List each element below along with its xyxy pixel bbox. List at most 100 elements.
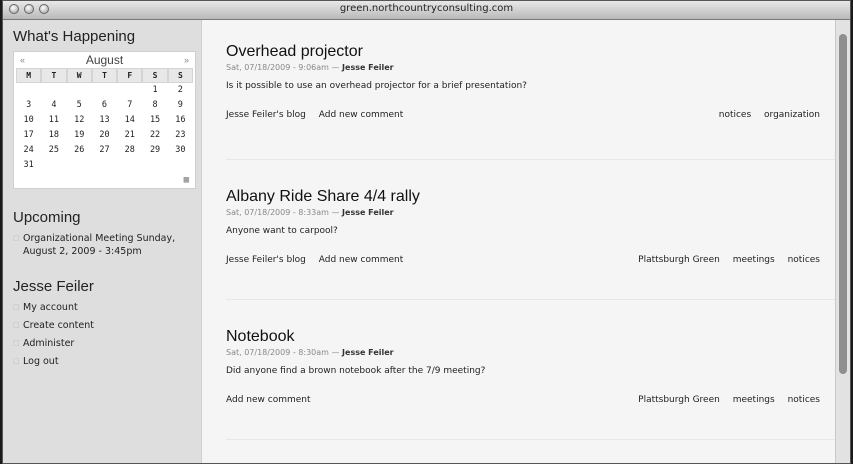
tag-link[interactable]: organization [764,110,820,120]
calendar-weekday: T [41,68,67,83]
add-comment-link[interactable]: Add new comment [319,255,404,265]
calendar-empty-cell [117,158,142,173]
calendar-day[interactable]: 5 [67,98,92,113]
calendar-empty-cell [168,158,193,173]
prev-month-link[interactable]: « [20,55,25,65]
node-author-link[interactable]: Jesse Feiler [342,348,394,357]
node-teaser: Overhead projector Sat, 07/18/2009 - 9:0… [226,20,850,160]
tag-link[interactable]: notices [788,255,820,265]
node-body: Did anyone find a brown notebook after t… [226,366,486,376]
calendar-day[interactable]: 18 [41,128,66,143]
sidebar: What's Happening « August » MTWTFSS12345… [3,20,202,463]
my-account-link[interactable]: My account [13,301,201,314]
blog-link[interactable]: Jesse Feiler's blog [226,110,306,120]
calendar-footer: ▦ [14,175,195,188]
calendar-empty-cell [67,83,92,98]
calendar-day[interactable]: 2 [168,83,193,98]
administer-link[interactable]: Administer [13,337,201,350]
calendar-day[interactable]: 6 [92,98,117,113]
upcoming-event-link[interactable]: Organizational Meeting Sunday, August 2,… [13,232,201,258]
calendar-day[interactable]: 10 [16,113,41,128]
calendar-day[interactable]: 24 [16,143,41,158]
node-date: Sat, 07/18/2009 - 8:30am [226,348,329,357]
calendar-day[interactable]: 28 [117,143,142,158]
calendar-day[interactable]: 16 [168,113,193,128]
calendar-day[interactable]: 31 [16,158,41,173]
calendar-weekday: S [142,68,168,83]
calendar-day[interactable]: 21 [117,128,142,143]
main-content: Overhead projector Sat, 07/18/2009 - 9:0… [202,20,850,463]
calendar-empty-cell [92,158,117,173]
calendar-empty-cell [41,83,66,98]
add-comment-link[interactable]: Add new comment [319,110,404,120]
calendar-day[interactable]: 11 [41,113,66,128]
calendar-day[interactable]: 4 [41,98,66,113]
calendar-day[interactable]: 14 [117,113,142,128]
calendar-day[interactable]: 27 [92,143,117,158]
create-content-link[interactable]: Create content [13,319,201,332]
calendar-weekday: M [16,68,42,83]
title-bar: green.northcountryconsulting.com [3,1,850,20]
calendar-empty-cell [16,83,41,98]
calendar-day[interactable]: 30 [168,143,193,158]
window-title: green.northcountryconsulting.com [339,3,514,14]
calendar-header: « August » [14,52,195,68]
calendar-empty-cell [67,158,92,173]
calendar-day[interactable]: 12 [67,113,92,128]
calendar-day[interactable]: 25 [41,143,66,158]
upcoming-block: Upcoming Organizational Meeting Sunday, … [13,209,201,258]
calendar-day[interactable]: 23 [168,128,193,143]
calendar: « August » M T W T F S S 1 2 3 4 5 6 7 8 9 10 11 12 13 14 15 1… [13,51,196,189]
node-links: Jesse Feiler's blog Add new comment noti… [226,110,820,120]
scrollbar-thumb[interactable] [839,34,847,374]
node-body: Is it possible to use an overhead projec… [226,81,527,91]
whats-happening-heading: What's Happening [13,28,136,45]
node-title-link[interactable]: Albany Ride Share 4/4 rally [226,188,820,206]
node-author-link[interactable]: Jesse Feiler [342,63,394,72]
blog-link[interactable]: Jesse Feiler's blog [226,255,306,265]
calendar-day[interactable]: 9 [168,98,193,113]
log-out-link[interactable]: Log out [13,355,201,368]
vertical-scrollbar[interactable] [835,20,850,463]
calendar-weekday: T [91,68,118,83]
tag-link[interactable]: meetings [733,255,775,265]
calendar-day[interactable]: 7 [117,98,142,113]
user-menu-heading: Jesse Feiler [13,278,94,295]
node-author-link[interactable]: Jesse Feiler [342,208,394,217]
calendar-month: August [85,53,124,67]
browser-window: green.northcountryconsulting.com What's … [2,0,851,464]
node-date: Sat, 07/18/2009 - 8:33am [226,208,329,217]
node-title-link[interactable]: Notebook [226,328,820,346]
add-comment-link[interactable]: Add new comment [226,395,311,405]
tag-link[interactable]: Plattsburgh Green [638,255,720,265]
tag-link[interactable]: meetings [733,395,775,405]
calendar-grid: M T W T F S S 1 2 3 4 5 6 7 8 9 10 11 12 13 14 15 16 17 18 19 20 21… [14,68,195,175]
node-submitted: Sat, 07/18/2009 - 8:33am — Jesse Feiler [226,208,394,217]
node-links: Add new comment Plattsburgh Green meetin… [226,395,820,405]
calendar-empty-cell [117,83,142,98]
upcoming-heading: Upcoming [13,209,81,226]
calendar-day[interactable]: 1 [142,83,167,98]
calendar-icon[interactable]: ▦ [184,175,189,185]
calendar-empty-cell [41,158,66,173]
calendar-day[interactable]: 13 [92,113,117,128]
calendar-day[interactable]: 22 [142,128,167,143]
node-teaser: Albany Ride Share 4/4 rally Sat, 07/18/2… [226,160,850,300]
calendar-day[interactable]: 26 [67,143,92,158]
node-submitted: Sat, 07/18/2009 - 9:06am — Jesse Feiler [226,63,394,72]
calendar-day[interactable]: 29 [142,143,167,158]
node-title-link[interactable]: Overhead projector [226,43,820,61]
tag-link[interactable]: notices [719,110,751,120]
calendar-weekday: W [66,68,92,83]
calendar-day[interactable]: 20 [92,128,117,143]
calendar-day[interactable]: 3 [16,98,41,113]
calendar-day[interactable]: 17 [16,128,41,143]
calendar-day[interactable]: 8 [142,98,167,113]
node-links: Jesse Feiler's blog Add new comment Plat… [226,255,820,265]
calendar-day[interactable]: 15 [142,113,167,128]
tag-link[interactable]: notices [788,395,820,405]
calendar-empty-cell [92,83,117,98]
tag-link[interactable]: Plattsburgh Green [638,395,720,405]
next-month-link[interactable]: » [184,55,189,65]
calendar-day[interactable]: 19 [67,128,92,143]
